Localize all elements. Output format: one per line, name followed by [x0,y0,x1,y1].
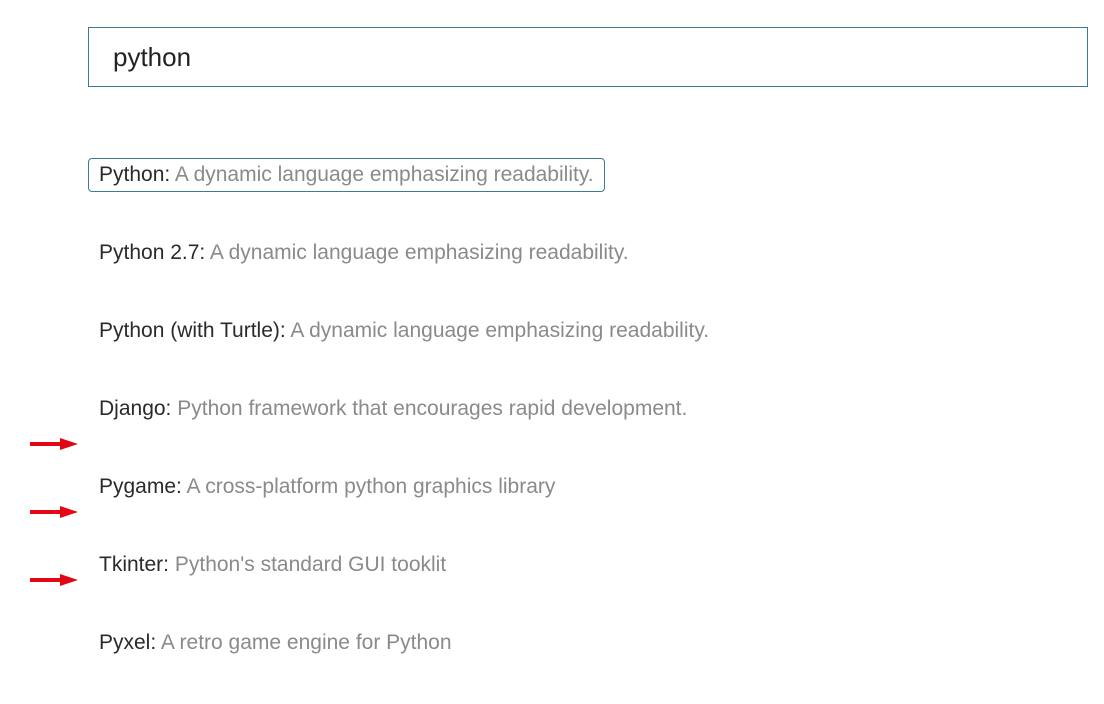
result-name: Python (with Turtle): [99,319,286,342]
result-description: A dynamic language emphasizing readabili… [170,163,593,186]
search-result-item[interactable]: Python 2.7: A dynamic language emphasizi… [88,236,640,270]
result-description: Python framework that encourages rapid d… [171,397,687,420]
result-description: A retro game engine for Python [156,631,451,654]
search-result-item[interactable]: Python: A dynamic language emphasizing r… [88,158,605,192]
result-description: A dynamic language emphasizing readabili… [205,241,628,264]
annotation-arrow-icon [30,504,78,520]
result-name: Pyxel: [99,631,156,654]
annotation-arrow-icon [30,572,78,588]
search-input[interactable] [88,27,1088,87]
result-description: A dynamic language emphasizing readabili… [286,319,709,342]
search-results-list: Python: A dynamic language emphasizing r… [88,158,1088,704]
result-name: Django: [99,397,171,420]
result-description: Python's standard GUI tooklit [169,553,446,576]
result-name: Python: [99,163,170,186]
search-result-item[interactable]: Tkinter: Python's standard GUI tooklit [88,548,457,582]
search-result-item[interactable]: Pygame: A cross-platform python graphics… [88,470,566,504]
result-name: Python 2.7: [99,241,205,264]
search-result-item[interactable]: Python (with Turtle): A dynamic language… [88,314,720,348]
result-name: Pygame: [99,475,182,498]
result-description: A cross-platform python graphics library [182,475,556,498]
search-result-item[interactable]: Pyxel: A retro game engine for Python [88,626,463,660]
result-name: Tkinter: [99,553,169,576]
annotation-arrow-icon [30,436,78,452]
search-result-item[interactable]: Django: Python framework that encourages… [88,392,698,426]
